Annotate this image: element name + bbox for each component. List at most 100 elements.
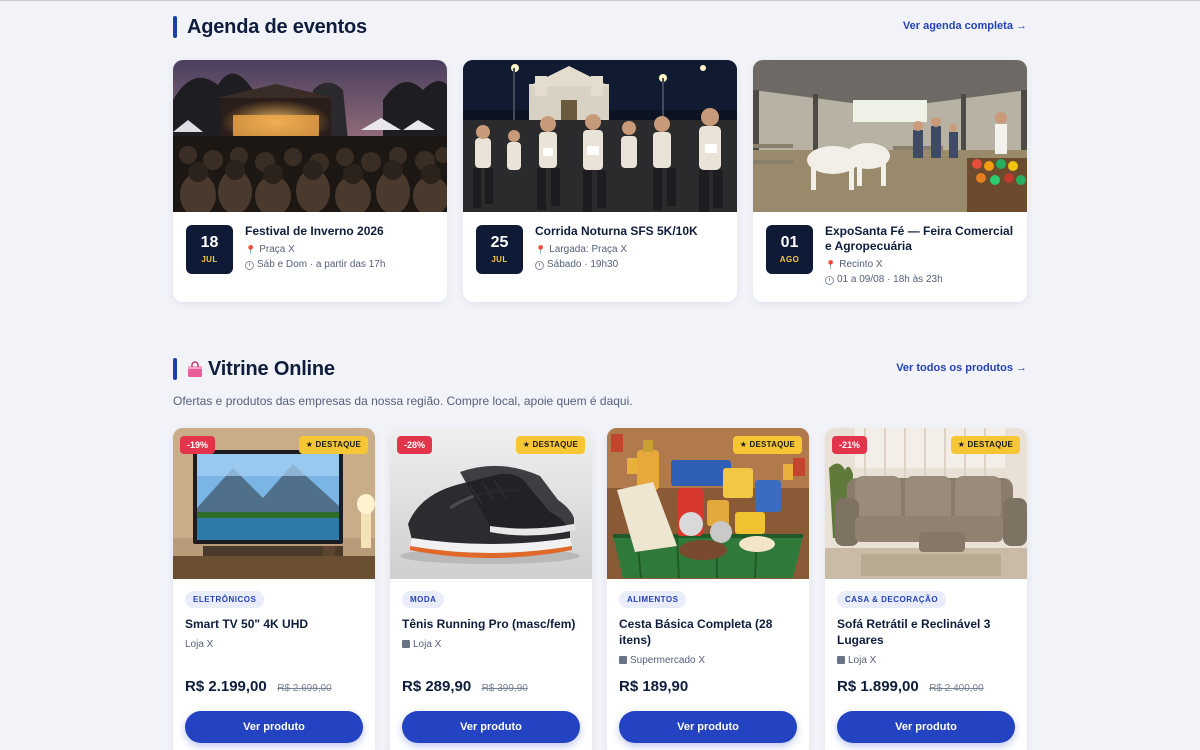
view-full-agenda-link[interactable]: Ver agenda completa → (903, 20, 1027, 32)
event-location-text: Recinto X (839, 259, 883, 270)
event-date-badge: 25 JUL (476, 225, 523, 274)
product-name: Sofá Retrátil e Reclinável 3 Lugares (837, 617, 991, 647)
event-time: Sábado · 19h30 (535, 259, 731, 271)
page-content: Agenda de eventos Ver agenda completa → (173, 1, 1027, 750)
event-card[interactable]: 01 AGO ExpoSanta Fé — Feira Comercial e … (753, 60, 1027, 302)
section-accent-bar (173, 16, 177, 38)
highlight-badge: ★ DESTAQUE (732, 436, 802, 454)
product-price: R$ 1.899,00 R$ 2.400,00 (837, 678, 984, 696)
events-title: Agenda de eventos (187, 16, 367, 38)
category-tag: MODA (402, 591, 445, 608)
event-month: JUL (491, 255, 508, 264)
old-price: R$ 399,90 (481, 683, 528, 694)
showcase-subtitle: Ofertas e produtos das empresas da nossa… (173, 394, 633, 408)
event-time: Sáb e Dom · a partir das 17h (245, 259, 441, 271)
showcase-header: Vitrine Online Ver todos os produtos → (173, 356, 1027, 386)
event-image-night-run (463, 60, 737, 212)
current-price: R$ 2.199,00 (185, 678, 267, 695)
event-time-text: Sábado · 19h30 (547, 259, 619, 270)
current-price: R$ 289,90 (402, 678, 472, 695)
event-info: ExpoSanta Fé — Feira Comercial e Agropec… (825, 224, 1021, 286)
events-list: 18 JUL Festival de Inverno 2026 📍 Praça … (173, 60, 1027, 303)
event-location-text: Largada: Praça X (549, 244, 628, 255)
showcase-title-text: Vitrine Online (208, 358, 335, 380)
view-product-button[interactable]: Ver produto (185, 711, 363, 743)
event-location: 📍 Largada: Praça X (535, 244, 731, 256)
old-price: R$ 2.699,00 (277, 683, 332, 694)
product-store: Loja X (837, 655, 876, 666)
event-day: 01 (780, 234, 799, 251)
discount-badge: -19% (180, 436, 216, 454)
event-info: Festival de Inverno 2026 📍 Praça X Sáb e… (245, 224, 441, 271)
product-name: Cesta Básica Completa (28 itens) (619, 617, 773, 647)
event-card[interactable]: 18 JUL Festival de Inverno 2026 📍 Praça … (173, 60, 447, 302)
event-image-festival (173, 60, 447, 212)
event-day: 25 (490, 234, 509, 251)
discount-badge: -28% (397, 436, 433, 454)
event-title: Festival de Inverno 2026 (245, 224, 384, 238)
store-name: Loja X (185, 639, 214, 650)
old-price: R$ 2.400,00 (929, 683, 984, 694)
view-product-button[interactable]: Ver produto (619, 711, 797, 743)
highlight-badge: ★ DESTAQUE (950, 436, 1020, 454)
event-card[interactable]: 25 JUL Corrida Noturna SFS 5K/10K 📍 Larg… (463, 60, 737, 302)
store-name: Loja X (413, 639, 442, 650)
product-name: Smart TV 50" 4K UHD (185, 617, 309, 631)
store-icon (402, 640, 410, 648)
map-pin-icon: 📍 (535, 245, 547, 255)
clock-icon (825, 275, 834, 285)
current-price: R$ 189,90 (619, 678, 689, 695)
view-product-button[interactable]: Ver produto (837, 711, 1015, 743)
event-day: 18 (200, 234, 219, 251)
product-card[interactable]: -19% ★ DESTAQUE ELETRÔNICOS Smart TV 50"… (173, 428, 375, 750)
event-time: 01 a 09/08 · 18h às 23h (825, 274, 1021, 286)
store-name: Loja X (848, 655, 877, 666)
product-card[interactable]: -28% ★ DESTAQUE MODA Tênis Running Pro (… (390, 428, 592, 750)
event-info: Corrida Noturna SFS 5K/10K 📍 Largada: Pr… (535, 224, 731, 271)
showcase-title: Vitrine Online (187, 356, 335, 382)
shopping-bag-icon (187, 358, 203, 377)
event-time-text: 01 a 09/08 · 18h às 23h (837, 274, 943, 285)
product-price: R$ 289,90 R$ 399,90 (402, 678, 528, 696)
store-name: Supermercado X (630, 655, 706, 666)
events-header: Agenda de eventos Ver agenda completa → (173, 14, 1027, 44)
map-pin-icon: 📍 (245, 245, 257, 255)
product-name: Tênis Running Pro (masc/fem) (402, 617, 576, 631)
category-tag: ALIMENTOS (619, 591, 687, 608)
product-store: Loja X (185, 639, 213, 650)
event-time-text: Sáb e Dom · a partir das 17h (257, 259, 386, 270)
highlight-badge: ★ DESTAQUE (515, 436, 585, 454)
event-image-expo (753, 60, 1027, 212)
event-location: 📍 Praça X (245, 244, 441, 256)
event-location: 📍 Recinto X (825, 259, 1021, 271)
product-card[interactable]: ★ DESTAQUE ALIMENTOS Cesta Básica Comple… (607, 428, 809, 750)
clock-icon (535, 260, 544, 270)
map-pin-icon: 📍 (825, 260, 837, 270)
clock-icon (245, 260, 254, 270)
event-month: AGO (779, 255, 800, 264)
event-date-badge: 18 JUL (186, 225, 233, 274)
product-store: Loja X (402, 639, 441, 650)
product-card[interactable]: -21% ★ DESTAQUE CASA & DECORAÇÃO Sofá Re… (825, 428, 1027, 750)
store-icon (837, 656, 845, 664)
view-all-products-link[interactable]: Ver todos os produtos → (896, 362, 1027, 374)
product-price: R$ 2.199,00 R$ 2.699,00 (185, 678, 332, 696)
product-image-sneaker: -28% ★ DESTAQUE (390, 428, 592, 579)
category-tag: CASA & DECORAÇÃO (837, 591, 947, 608)
event-month: JUL (201, 255, 218, 264)
category-tag: ELETRÔNICOS (185, 591, 265, 608)
event-date-badge: 01 AGO (766, 225, 813, 274)
event-title: Corrida Noturna SFS 5K/10K (535, 224, 698, 238)
highlight-badge: ★ DESTAQUE (298, 436, 368, 454)
product-image-sofa: -21% ★ DESTAQUE (825, 428, 1027, 579)
event-location-text: Praça X (259, 244, 295, 255)
product-store: Supermercado X (619, 655, 705, 666)
product-price: R$ 189,90 (619, 678, 688, 696)
product-image-tv: -19% ★ DESTAQUE (173, 428, 375, 579)
store-icon (619, 656, 627, 664)
event-title: ExpoSanta Fé — Feira Comercial e Agropec… (825, 224, 1014, 253)
product-image-grocery-basket: ★ DESTAQUE (607, 428, 809, 579)
view-product-button[interactable]: Ver produto (402, 711, 580, 743)
current-price: R$ 1.899,00 (837, 678, 919, 695)
section-accent-bar (173, 358, 177, 380)
